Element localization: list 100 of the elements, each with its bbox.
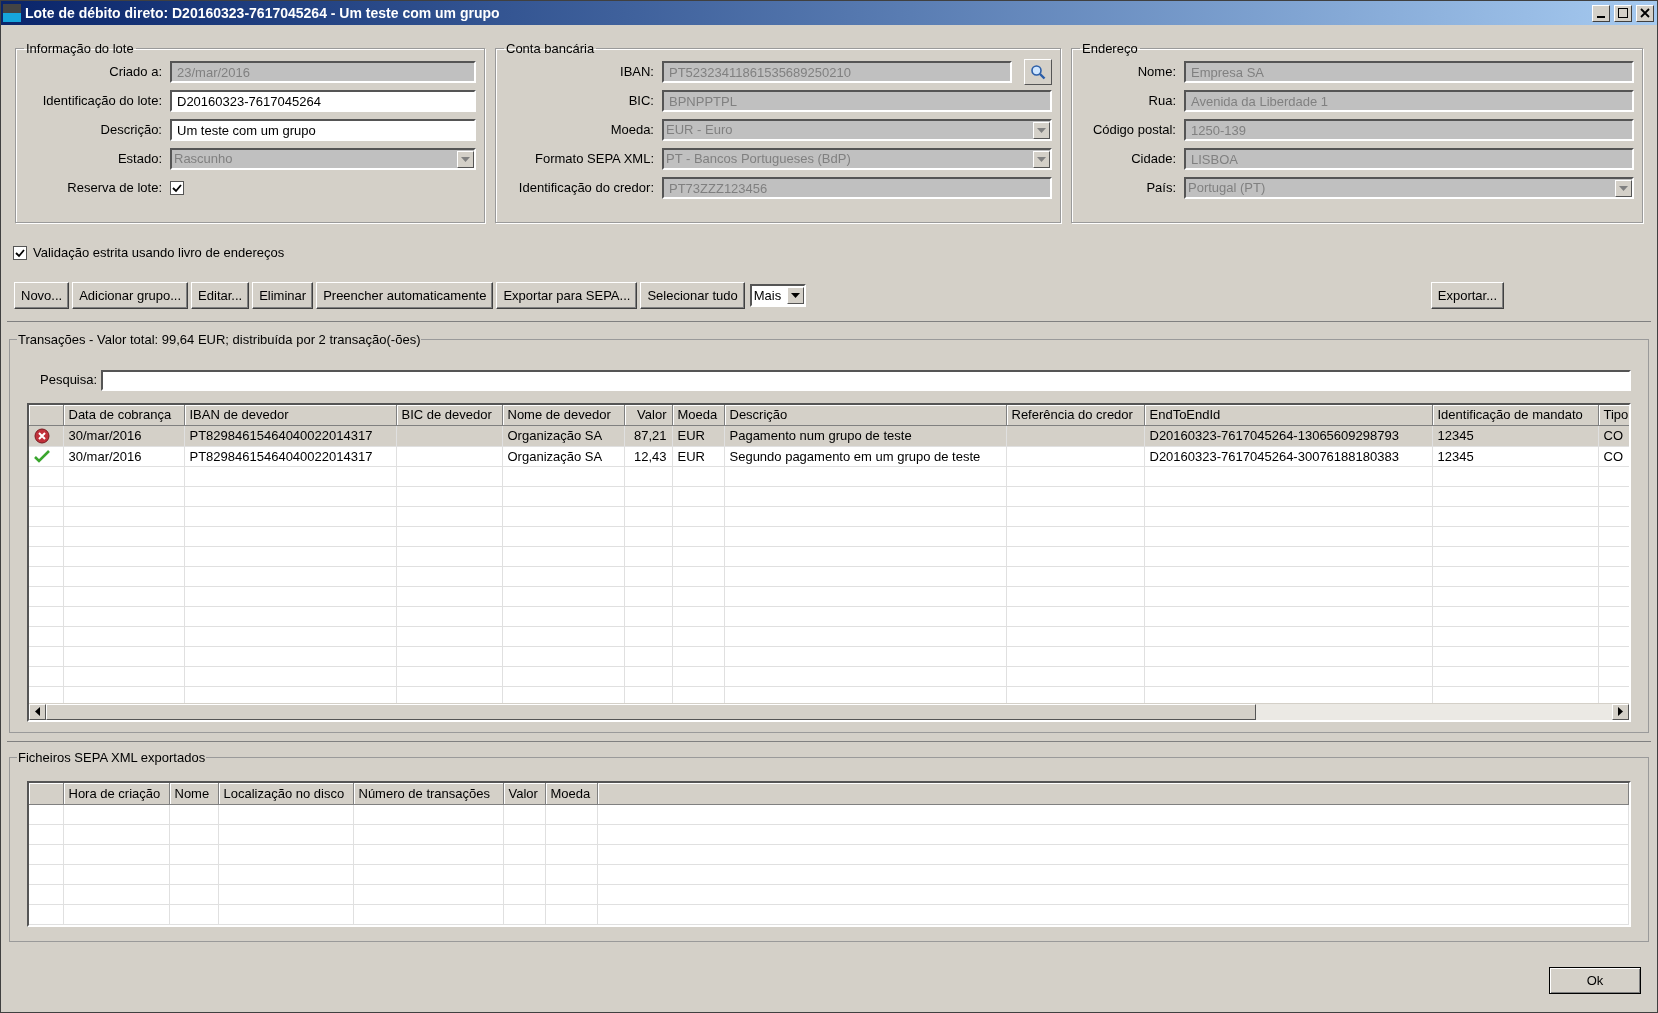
minimize-icon [1597, 15, 1605, 18]
dropdown-button[interactable] [786, 287, 804, 304]
search-field[interactable] [101, 369, 1631, 391]
close-icon [1640, 8, 1650, 18]
column-header[interactable]: IBAN de devedor [184, 404, 396, 426]
field-label: País: [1145, 179, 1176, 198]
group-title: Conta bancária [505, 40, 596, 58]
dropdown-value: Rascunho [174, 150, 234, 169]
search-button[interactable] [1024, 59, 1052, 85]
toolbar-button[interactable]: Adicionar grupo... [72, 282, 189, 309]
column-header[interactable]: BIC de devedor [396, 404, 502, 426]
field-label: BIC: [627, 92, 654, 111]
dropdown-value: Portugal (PT) [1188, 179, 1267, 198]
field-label: Nome: [1136, 63, 1176, 82]
field-label: Estado: [116, 150, 162, 169]
checkbox-label: Validação estrita usando livro de endereços [33, 244, 285, 263]
toolbar-button[interactable]: Exportar para SEPA... [496, 282, 638, 309]
table-cell: D20160323-7617045264-13065609298793 [1144, 425, 1432, 446]
table-cell: Organização SA [502, 446, 624, 467]
table-cell: Pagamento num grupo de teste [724, 425, 1006, 446]
dropdown-arrow-icon [1619, 185, 1628, 191]
column-header[interactable]: Hora de criação [63, 783, 169, 804]
scroll-right-button[interactable] [1612, 703, 1629, 720]
table-cell: D20160323-7617045264-30076188180383 [1144, 446, 1432, 467]
column-header[interactable]: Localização no disco [218, 783, 353, 804]
dropdown-value: Mais [753, 286, 783, 305]
dropdown-arrow-icon [790, 293, 800, 298]
column-header[interactable]: Valor [503, 783, 545, 804]
field-label: Criado a: [108, 63, 162, 82]
field-label: Formato SEPA XML: [534, 150, 654, 169]
dropdown-value: EUR - Euro [666, 121, 734, 140]
group-title: Endereço [1081, 40, 1139, 58]
column-header[interactable]: Referência do credor [1006, 404, 1144, 426]
dropdown-arrow-icon [1037, 156, 1046, 162]
column-header[interactable]: Moeda [672, 404, 724, 426]
table-cell: PT82984615464040022014317 [184, 425, 396, 446]
export-button[interactable]: Exportar... [1430, 282, 1504, 309]
field-label: Descrição: [99, 121, 162, 140]
toolbar-button[interactable]: Novo... [14, 282, 70, 309]
checkbox[interactable] [170, 181, 184, 195]
group-title: Informação do lote [25, 40, 135, 58]
field-label: IBAN: [619, 63, 654, 82]
field-label: Rua: [1147, 92, 1176, 111]
table-cell: 30/mar/2016 [63, 425, 184, 446]
table-cell: 12345 [1432, 425, 1598, 446]
ok-button[interactable]: Ok [1549, 967, 1641, 994]
more-dropdown[interactable]: Mais [749, 284, 806, 307]
checkbox[interactable] [13, 246, 27, 260]
field-label: Moeda: [609, 121, 654, 140]
table-row[interactable]: 30/mar/2016 PT82984615464040022014317 Organização SA 12,43 EUR Segundo pagamento em um grupo de teste D20160323-7617045264-30076188180383 12345 CO [29, 446, 1629, 467]
dropdown-arrow-icon [461, 156, 470, 162]
table-cell: Organização SA [502, 425, 624, 446]
close-button[interactable] [1636, 4, 1654, 22]
search-icon [1030, 64, 1046, 80]
horizontal-scrollbar[interactable] [29, 702, 1629, 720]
check-icon [15, 248, 25, 258]
minimize-button[interactable] [1592, 4, 1610, 22]
table-cell: CO [1598, 446, 1629, 467]
toolbar-button[interactable]: Selecionar tudo [640, 282, 745, 309]
table-cell: 12,43 [624, 446, 672, 467]
column-header[interactable]: Descrição [724, 404, 1006, 426]
table-cell: EUR [672, 425, 724, 446]
text-field[interactable]: Um teste com um grupo [170, 119, 476, 141]
maximize-icon [1618, 8, 1628, 18]
column-header[interactable]: EndToEndId [1144, 404, 1432, 426]
field-label: Identificação do credor: [517, 179, 654, 198]
maximize-button[interactable] [1614, 4, 1632, 22]
table-cell: Segundo pagamento em um grupo de teste [724, 446, 1006, 467]
table-cell: 12345 [1432, 446, 1598, 467]
column-header[interactable]: Valor [624, 404, 672, 426]
panel-title: Ficheiros SEPA XML exportados [17, 748, 207, 767]
table-cell: PT82984615464040022014317 [184, 446, 396, 467]
table-cell: EUR [672, 446, 724, 467]
scroll-left-button[interactable] [29, 703, 46, 720]
column-header[interactable]: Nome de devedor [502, 404, 624, 426]
panel-title: Transações - Valor total: 99,64 EUR; distribuída por 2 transação(-ões) [17, 331, 422, 349]
column-header[interactable]: Moeda [545, 783, 597, 804]
toolbar-button[interactable]: Eliminar [252, 282, 314, 309]
column-header[interactable]: Data de cobrança [63, 404, 184, 426]
column-header[interactable]: Número de transações [353, 783, 503, 804]
field-label: Identificação do lote: [41, 92, 162, 111]
column-header[interactable]: Identificação de mandato [1432, 404, 1598, 426]
right-arrow-icon [1618, 707, 1623, 716]
app-icon [3, 4, 21, 22]
text-field[interactable]: D20160323-7617045264 [170, 90, 476, 112]
column-header[interactable]: Nome [169, 783, 218, 804]
scroll-thumb[interactable] [46, 703, 1256, 720]
column-header[interactable]: Tipo [1598, 404, 1629, 426]
field-label: Reserva de lote: [66, 179, 162, 198]
window-title: Lote de débito direto: D20160323-7617045264 - Um teste com um grupo [25, 3, 501, 23]
toolbar-button[interactable]: Editar... [191, 282, 250, 309]
table-cell: 30/mar/2016 [63, 446, 184, 467]
dropdown-value: PT - Bancos Portugueses (BdP) [666, 150, 852, 169]
table-cell: CO [1598, 425, 1629, 446]
search-label: Pesquisa: [40, 371, 98, 390]
table-row[interactable]: 30/mar/2016 PT82984615464040022014317 Organização SA 87,21 EUR Pagamento num grupo de teste D20160323-7617045264-13065609298793 12345 CO [29, 425, 1629, 446]
left-arrow-icon [35, 707, 40, 716]
column-header[interactable] [29, 404, 63, 426]
toolbar-button[interactable]: Preencher automaticamente [316, 282, 494, 309]
dropdown-arrow-icon [1037, 127, 1046, 133]
